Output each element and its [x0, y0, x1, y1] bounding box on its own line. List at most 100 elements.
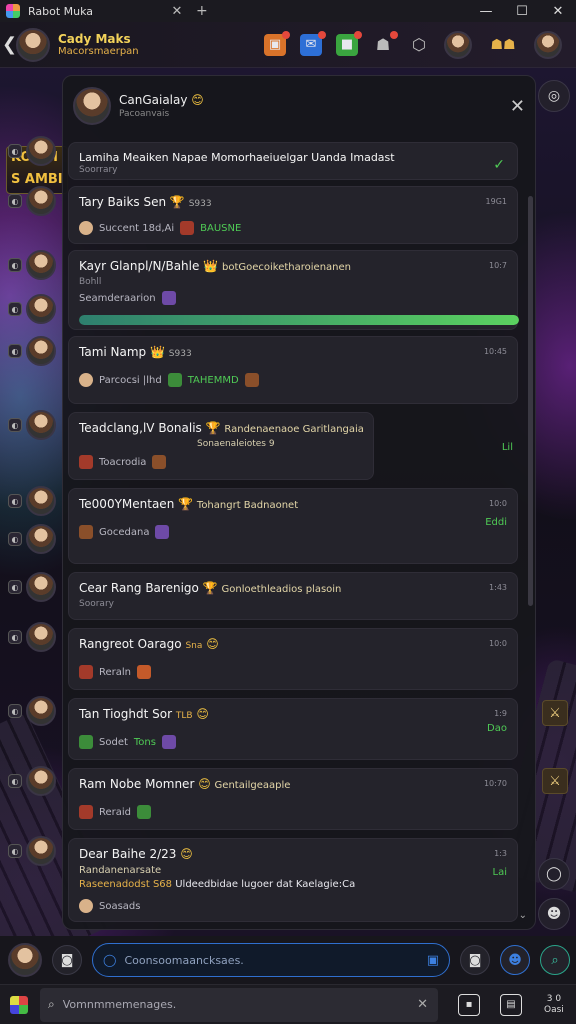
- sidebar-friend[interactable]: ◐: [8, 836, 56, 866]
- list-item[interactable]: Ram Nobe Momner 😊 Gentailgeaaple 10:70 R…: [68, 768, 518, 830]
- search-icon: ⌕: [48, 997, 55, 1011]
- item-line: Randanenarsate: [79, 865, 162, 876]
- item-title: Lamiha Meaiken Napae Momorhaeiuelgar Uan…: [79, 151, 395, 164]
- sidebar-friend[interactable]: ◐: [8, 572, 56, 602]
- avatar[interactable]: [73, 87, 111, 125]
- item-name: Tan Tioghdt Sor: [79, 707, 173, 721]
- settings-icon[interactable]: ⬡: [408, 34, 430, 56]
- status-tag: Dao: [487, 723, 507, 734]
- meta-text: Reraln: [99, 666, 132, 678]
- scrollbar[interactable]: [528, 196, 533, 606]
- sidebar-friend[interactable]: ◐: [8, 622, 56, 652]
- sidebar-friend[interactable]: ◐: [8, 410, 56, 440]
- taskbar-search[interactable]: ⌕ Vomnmmemenages. ✕: [40, 987, 438, 1022]
- item-time: 10:7: [489, 261, 507, 270]
- avatar: [79, 373, 93, 387]
- window-icon[interactable]: ▪: [458, 993, 480, 1016]
- close-icon[interactable]: ✕: [510, 96, 525, 117]
- back-icon[interactable]: ❮: [2, 34, 17, 55]
- panel-header: CanGaialay 😊 Pacoanvais ✕: [63, 76, 537, 136]
- item-extra: Tohangrt Badnaonet: [196, 500, 299, 511]
- avatar[interactable]: [534, 30, 562, 59]
- trophy-icon: 🏆: [205, 421, 221, 435]
- camera-icon[interactable]: ◙: [460, 945, 490, 975]
- list-item[interactable]: Cear Rang Barenigo 🏆 Gonloethleadios pla…: [68, 572, 518, 620]
- list-item[interactable]: Te000YMentaen 🏆 Tohangrt Badnaonet 10:0 …: [68, 488, 518, 564]
- avatar: [26, 836, 56, 866]
- new-tab-icon[interactable]: +: [196, 3, 208, 19]
- item-time: 1:9: [494, 709, 507, 718]
- avatar[interactable]: [8, 943, 42, 977]
- item-meta: Sodet Tons: [79, 735, 176, 749]
- item-extra: Sna: [185, 641, 203, 651]
- sidebar-friend[interactable]: ◐: [8, 294, 56, 324]
- avatar: [26, 336, 56, 366]
- list-item[interactable]: Tami Namp 👑 S933 10:45 Parcocsi |lhd TAHE…: [68, 336, 518, 404]
- close-window-icon[interactable]: ✕: [540, 4, 576, 19]
- sidebar-friend[interactable]: ◐: [8, 696, 56, 726]
- progress-fill: [79, 315, 519, 325]
- item-icon: [79, 665, 93, 679]
- search-icon[interactable]: ⌕: [540, 945, 570, 975]
- chat-bubble-icon[interactable]: ◯: [538, 858, 570, 890]
- sidebar-friend[interactable]: ◐: [8, 336, 56, 366]
- item-name: Teadclang,lV Bonalis: [79, 421, 202, 435]
- header-user-info: Cady Maks Macorsmaerpan: [58, 32, 139, 57]
- item-line-b: Uldeedbidae lugoer dat Kaelagie:Ca: [175, 879, 356, 890]
- sidebar-friend[interactable]: ◐: [8, 766, 56, 796]
- maximize-icon[interactable]: ☐: [504, 4, 540, 19]
- input-placeholder: Coonsoomaancksaes.: [124, 953, 244, 967]
- item-icon: [79, 525, 93, 539]
- attachment-icon[interactable]: ▣: [427, 953, 439, 968]
- chevron-down-icon[interactable]: ⌄: [519, 910, 527, 921]
- message-input[interactable]: ◯ Coonsoomaancksaes. ▣: [92, 943, 450, 977]
- sidebar-friend[interactable]: ◐: [8, 136, 56, 166]
- right-toolbar: ◎ ⚔ ⚔ ◯ ☻: [536, 66, 576, 936]
- clock[interactable]: 3 0 Oasi: [544, 994, 564, 1016]
- item-title: Teadclang,lV Bonalis 🏆 Randenaenaoe Gari…: [79, 421, 364, 435]
- sidebar-friend[interactable]: ◐: [8, 250, 56, 280]
- sidebar-friend[interactable]: ◐: [8, 186, 56, 216]
- discord-icon[interactable]: ☻: [538, 898, 570, 930]
- list-item[interactable]: Tan Tioghdt Sor TLB 😊 1:9 Dao Sodet Tons: [68, 698, 518, 760]
- list-item[interactable]: Rangreot Oarago Sna 😊 10:0 Reraln: [68, 628, 518, 690]
- item-icon: [137, 665, 152, 679]
- avatar[interactable]: [444, 30, 472, 59]
- avatar: [26, 486, 56, 516]
- status-icon: ◐: [8, 630, 22, 644]
- store-icon[interactable]: ■: [336, 30, 362, 56]
- start-icon[interactable]: [10, 995, 28, 1014]
- item-time: 10:0: [489, 499, 507, 508]
- badges-icon[interactable]: ☗☗: [486, 34, 520, 56]
- camera-icon[interactable]: ◙: [52, 945, 82, 975]
- item-title: Dear Baihe 2/23 😊: [79, 847, 193, 861]
- avatar[interactable]: [16, 27, 50, 62]
- list-item[interactable]: Teadclang,lV Bonalis 🏆 Randenaenaoe Gari…: [68, 412, 374, 480]
- item-extra: TLB: [175, 711, 193, 721]
- sidebar-friend[interactable]: ◐: [8, 524, 56, 554]
- sword-icon[interactable]: ⚔: [542, 700, 568, 726]
- trophy-icon: 🏆: [202, 581, 218, 595]
- list-item[interactable]: Kayr Glanpl/N/Bahle 👑 botGoecoiketharoie…: [68, 250, 519, 330]
- item-line-a: Raseenadodst S68: [79, 879, 173, 890]
- list-item[interactable]: Lamiha Meaiken Napae Momorhaeiuelgar Uan…: [68, 142, 518, 180]
- avatar: [26, 410, 56, 440]
- item-title: Te000YMentaen 🏆 Tohangrt Badnaonet: [79, 497, 298, 511]
- sword-icon[interactable]: ⚔: [542, 768, 568, 794]
- list-item[interactable]: Dear Baihe 2/23 😊 1:3 Lai Randanenarsate…: [68, 838, 518, 922]
- close-icon[interactable]: ✕: [417, 997, 428, 1012]
- gift-icon[interactable]: ▣: [264, 30, 290, 56]
- minimize-icon[interactable]: —: [468, 4, 504, 19]
- message-icon[interactable]: ✉: [300, 30, 326, 56]
- compass-icon[interactable]: ◎: [538, 80, 570, 112]
- sidebar-friend[interactable]: ◐: [8, 486, 56, 516]
- message-composer: ◙ ◯ Coonsoomaancksaes. ▣ ◙ ☻ ⌕: [0, 936, 576, 984]
- tab-close-icon[interactable]: ✕: [168, 4, 186, 19]
- tab-title[interactable]: Rabot Muka: [28, 5, 168, 18]
- calendar-icon[interactable]: ▤: [500, 993, 522, 1016]
- friends-icon[interactable]: ☗: [372, 30, 398, 56]
- list-item[interactable]: Tary Baiks Sen 🏆 S933 19G1 Succent 18d,A…: [68, 186, 518, 244]
- item-name: Cear Rang Barenigo: [79, 581, 199, 595]
- discord-icon[interactable]: ☻: [500, 945, 530, 975]
- item-title: Kayr Glanpl/N/Bahle 👑 botGoecoiketharoie…: [79, 259, 351, 273]
